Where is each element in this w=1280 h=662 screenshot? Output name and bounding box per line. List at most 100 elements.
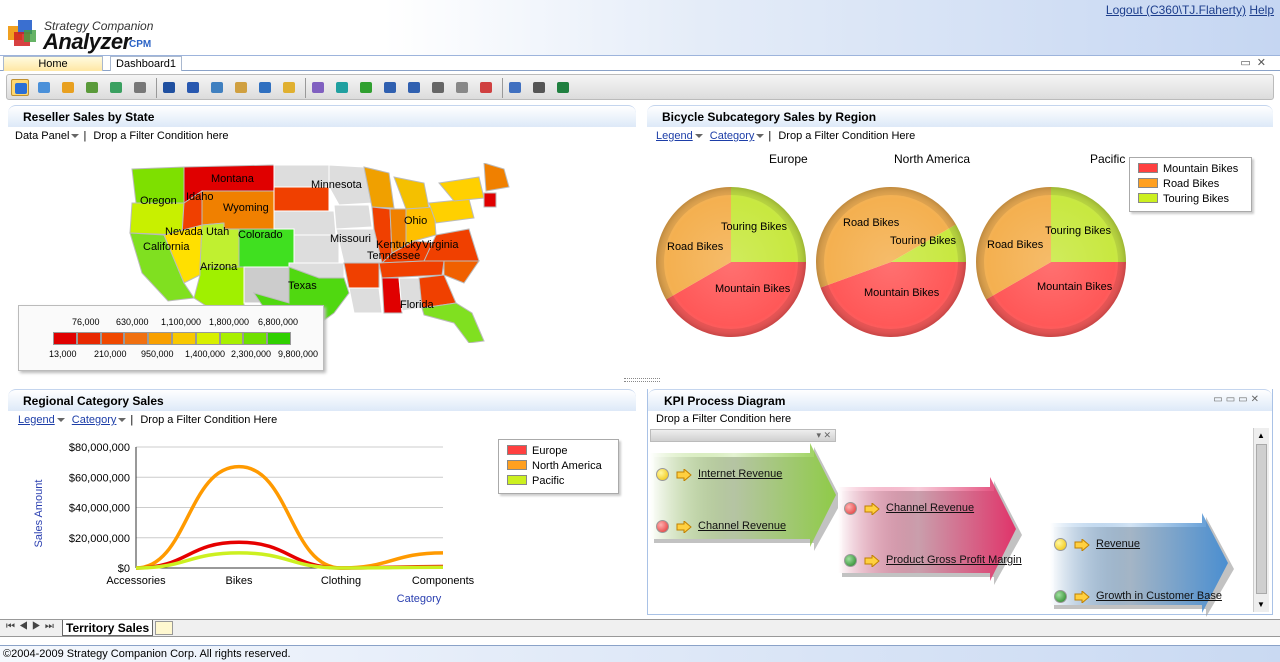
scrollbar-thumb[interactable] [1256, 444, 1267, 594]
chevron-down-icon[interactable] [71, 133, 80, 138]
excel-icon[interactable] [554, 79, 572, 96]
scale-bottom-label: 2,300,000 [231, 349, 272, 359]
open-icon[interactable] [208, 79, 226, 96]
sheet-tab-territory-sales[interactable]: Territory Sales [62, 620, 154, 636]
state-maine[interactable] [483, 163, 510, 192]
data-panel-dropdown[interactable]: Data Panel [15, 130, 69, 142]
state-label-arizona: Arizona [200, 261, 238, 273]
filter-icon[interactable] [333, 79, 351, 96]
map-filter-bar: Data Panel | Drop a Filter Condition here [15, 130, 229, 142]
legend-label: Touring Bikes [1163, 193, 1230, 205]
state-michigan[interactable] [393, 176, 430, 210]
calendar-icon[interactable] [506, 79, 524, 96]
state-louisiana[interactable] [348, 287, 383, 314]
legend-swatch [507, 475, 527, 485]
cube-icon[interactable] [83, 79, 101, 96]
export-icon[interactable] [107, 79, 125, 96]
state-label-ohio: Ohio [404, 215, 428, 227]
state-label-texas: Texas [288, 280, 317, 292]
series-line-europe[interactable] [135, 540, 444, 570]
pie-charts[interactable]: Touring BikesRoad BikesMountain BikesRoa… [647, 180, 1137, 345]
zoom-out-icon[interactable] [405, 79, 423, 96]
legend-item: Europe [507, 444, 610, 459]
legend-item: Mountain Bikes [1138, 162, 1243, 177]
kpi-status-yellow-icon [656, 468, 669, 481]
line-chart[interactable]: $80,000,000 $60,000,000 $40,000,000 $20,000… [8, 434, 488, 614]
kpi-scrollbar[interactable]: ▲ ▼ [1253, 428, 1269, 612]
state-new-york[interactable] [438, 176, 485, 202]
region-pacific-label: Pacific [1090, 152, 1126, 166]
scale-top-labels: 76,000 630,000 1,100,000 1,800,000 6,800,000 [19, 317, 325, 329]
select-icon[interactable] [453, 79, 471, 96]
zoom-in-icon[interactable] [381, 79, 399, 96]
series-line-north-america[interactable] [135, 464, 444, 570]
kpi-card-toolbar[interactable]: ▾ ✕ [650, 429, 836, 442]
list-icon[interactable] [429, 79, 447, 96]
scale-swatch [219, 332, 244, 345]
layout-icon[interactable] [256, 79, 274, 96]
notes-icon[interactable] [232, 79, 250, 96]
color-icon[interactable] [477, 79, 495, 96]
chevron-down-icon[interactable] [756, 133, 765, 138]
edit-icon[interactable] [309, 79, 327, 96]
kpi-arrow-icon [676, 521, 692, 533]
logout-link[interactable]: Logout (C360\TJ.Flaherty) [1106, 3, 1246, 17]
kpi-link[interactable]: Product Gross Profit Margin [886, 554, 1022, 566]
state-carolinas[interactable] [443, 260, 480, 284]
legend-swatch [1138, 178, 1158, 188]
state-label-colorado: Colorado [238, 229, 283, 241]
folder-icon[interactable] [280, 79, 298, 96]
splitter-handle[interactable] [624, 378, 660, 382]
category-link[interactable]: Category [710, 130, 755, 142]
print-icon[interactable] [530, 79, 548, 96]
state-label-utah: Utah [206, 226, 230, 238]
kpi-status-red-icon [844, 502, 857, 515]
map-filter-drop[interactable]: Drop a Filter Condition here [93, 130, 228, 142]
logo-title: Analyzer [43, 29, 131, 54]
refresh-icon[interactable] [357, 79, 375, 96]
pie-filter-drop[interactable]: Drop a Filter Condition Here [778, 130, 915, 142]
legend-link[interactable]: Legend [18, 414, 55, 426]
tree-icon[interactable] [59, 79, 77, 96]
kpi-link[interactable]: Growth in Customer Base [1096, 590, 1222, 602]
save-icon[interactable] [160, 79, 178, 96]
legend-link[interactable]: Legend [656, 130, 693, 142]
kpi-arrow-icon [864, 555, 880, 567]
state-tennessee[interactable] [378, 260, 445, 279]
state-pennsylvania[interactable] [428, 198, 475, 224]
state-arkansas[interactable] [343, 262, 380, 289]
kpi-window-controls[interactable]: ▭▭▭✕ [1213, 394, 1262, 405]
kpi-panel: KPI Process Diagram ▭▭▭✕ Drop a Filter C… [647, 389, 1273, 617]
pie-panel: Bicycle Subcategory Sales by Region Lege… [647, 105, 1273, 377]
region-north-america-label: North America [894, 152, 971, 166]
chevron-down-icon[interactable] [118, 417, 127, 422]
x-tick-label: Components [412, 575, 475, 587]
map-color-scale: 76,000 630,000 1,100,000 1,800,000 6,800,000… [18, 305, 324, 371]
tab-dashboard1[interactable]: Dashboard1 [110, 56, 182, 71]
kpi-link[interactable]: Channel Revenue [698, 520, 786, 532]
line-legend: Europe North America Pacific [498, 439, 619, 494]
chevron-down-icon[interactable] [694, 133, 703, 138]
tab-home[interactable]: Home [3, 56, 103, 71]
sheet-nav-arrows[interactable]: ⏮◀▶⏭ [6, 621, 58, 632]
state-label-minnesota: Minnesota [311, 179, 362, 191]
logo-cpm: CPM [129, 39, 152, 50]
state-iowa[interactable] [333, 204, 373, 230]
kpi-link[interactable]: Internet Revenue [698, 468, 782, 480]
kpi-filter-drop[interactable]: Drop a Filter Condition here [656, 413, 791, 425]
category-link[interactable]: Category [72, 414, 117, 426]
new-sheet-icon[interactable] [155, 621, 173, 635]
grid-icon[interactable] [35, 79, 53, 96]
pivot-icon[interactable] [131, 79, 149, 96]
state-new-jersey[interactable] [483, 192, 497, 208]
kpi-link[interactable]: Channel Revenue [886, 502, 974, 514]
save-as-icon[interactable] [184, 79, 202, 96]
window-controls[interactable]: ▭✕ [1240, 56, 1272, 69]
chevron-down-icon[interactable] [56, 417, 65, 422]
scale-top-label: 76,000 [72, 317, 100, 327]
globe-icon[interactable] [11, 79, 29, 96]
toolbar-separator [156, 78, 157, 98]
kpi-link[interactable]: Revenue [1096, 538, 1140, 550]
line-filter-drop[interactable]: Drop a Filter Condition Here [140, 414, 277, 426]
help-link[interactable]: Help [1249, 3, 1274, 17]
